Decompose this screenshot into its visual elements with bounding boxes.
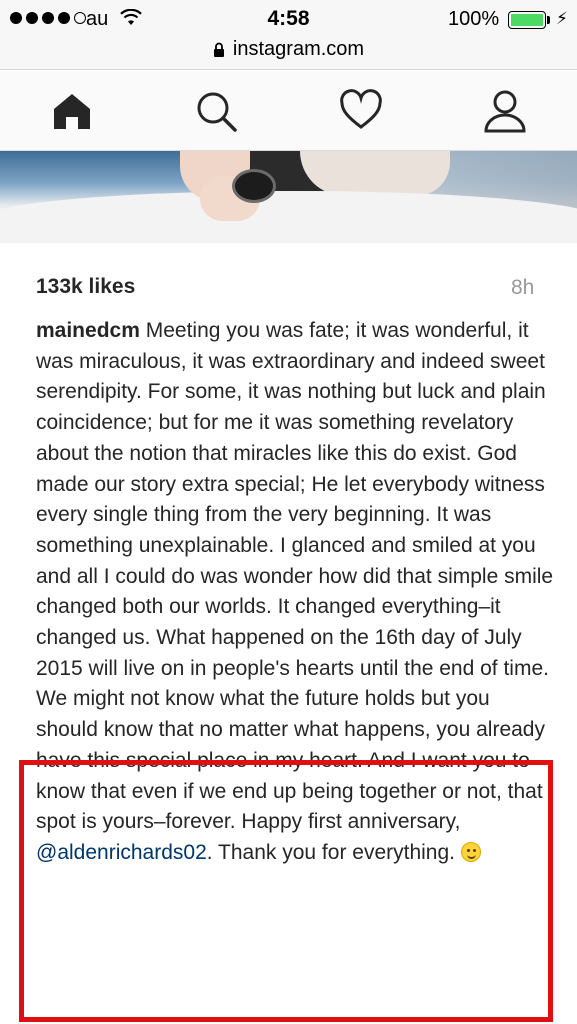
profile-icon[interactable] <box>483 89 527 133</box>
battery-icon <box>508 11 546 29</box>
mention-link[interactable]: @aldenrichards02 <box>36 841 207 864</box>
battery-percent: 100% <box>448 8 500 30</box>
home-icon[interactable] <box>50 89 94 133</box>
heart-icon[interactable] <box>339 89 383 133</box>
post-caption: mainedcm Meeting you was fate; it was wo… <box>36 316 556 869</box>
smiling-face-emoji-icon <box>460 841 481 862</box>
caption-text-end: . Thank you for everything. <box>206 840 461 864</box>
instagram-nav <box>0 71 577 151</box>
charging-icon: ⚡ <box>556 9 568 28</box>
likes-count[interactable]: 133k likes <box>36 275 135 299</box>
status-bar: au 4:58 100% ⚡ <box>0 0 577 38</box>
battery-tip <box>547 16 550 24</box>
url-bar[interactable]: instagram.com <box>0 38 577 70</box>
url-text[interactable]: instagram.com <box>233 38 364 61</box>
search-icon[interactable] <box>194 89 238 133</box>
lock-icon <box>213 42 224 57</box>
post-photo[interactable] <box>0 151 577 243</box>
caption-username[interactable]: mainedcm <box>36 319 140 342</box>
caption-text: Meeting you was fate; it was wonderful, … <box>36 319 554 834</box>
post-time: 8h <box>511 276 535 299</box>
